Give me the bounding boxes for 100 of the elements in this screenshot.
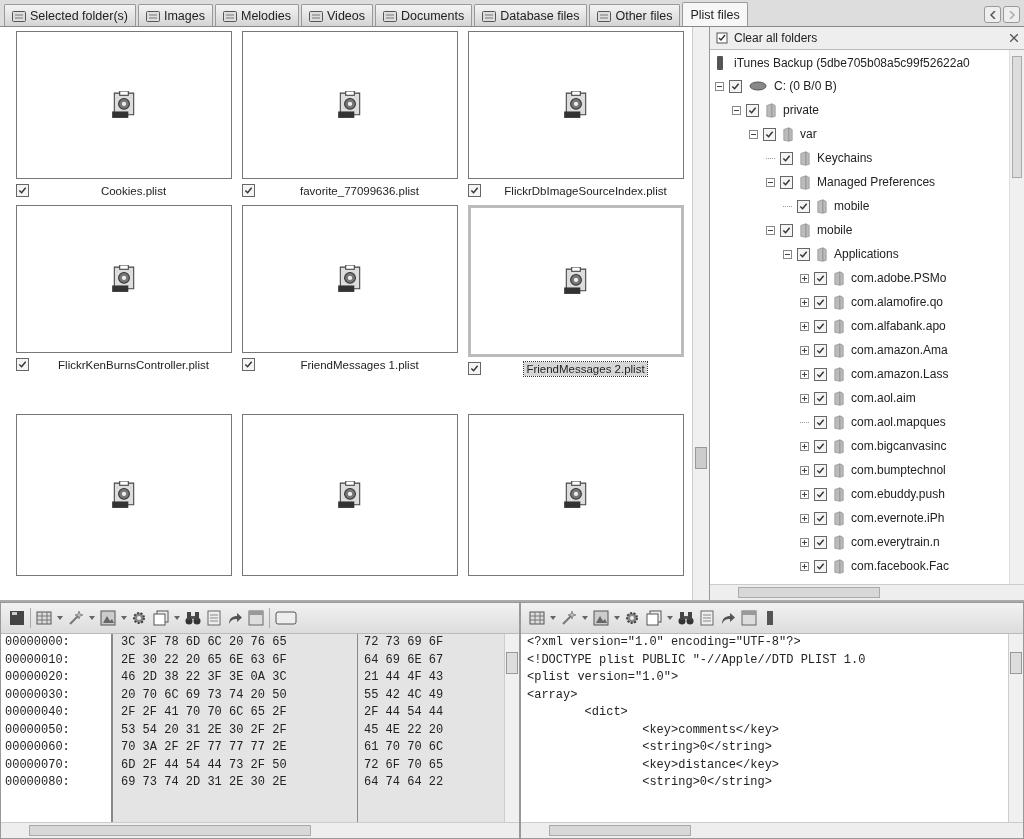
checkbox[interactable] (814, 559, 827, 573)
expand-icon[interactable] (799, 513, 810, 523)
expand-icon[interactable] (799, 441, 810, 451)
checkbox[interactable] (16, 184, 29, 197)
wand-icon[interactable] (561, 610, 577, 626)
tab[interactable]: Melodies (214, 4, 299, 26)
tree-item[interactable]: Keychains (817, 151, 873, 165)
tree-item[interactable]: com.alamofire.qo (851, 295, 944, 309)
expand-icon[interactable] (799, 345, 810, 355)
tree-item[interactable]: private (783, 103, 820, 117)
tree-item[interactable]: Managed Preferences (817, 175, 936, 189)
checkbox[interactable] (814, 319, 827, 333)
checkbox[interactable] (729, 79, 742, 93)
image-icon[interactable] (100, 610, 116, 626)
tab[interactable]: Documents (375, 4, 473, 26)
checkbox[interactable] (814, 439, 827, 453)
file-thumbnail[interactable] (242, 31, 458, 179)
file-thumbnail[interactable] (16, 205, 232, 353)
collapse-icon[interactable] (765, 177, 776, 187)
collapse-icon[interactable] (765, 225, 776, 235)
collapse-icon[interactable] (714, 81, 725, 91)
tab[interactable]: Images (137, 4, 213, 26)
scrollbar[interactable] (710, 584, 1024, 600)
tree-item[interactable]: com.everytrain.n (851, 535, 940, 549)
file-thumbnail[interactable] (468, 414, 684, 576)
caret-icon[interactable] (174, 616, 180, 620)
scrollbar[interactable] (1, 822, 519, 838)
tab[interactable]: Selected folder(s) (4, 4, 136, 26)
caret-icon[interactable] (121, 616, 127, 620)
grid-icon[interactable] (529, 610, 545, 626)
checkbox[interactable] (814, 343, 827, 357)
tree-item[interactable]: com.adobe.PSMo (851, 271, 947, 285)
checkbox[interactable] (814, 463, 827, 477)
checkbox[interactable] (797, 247, 810, 261)
tree-item[interactable]: com.aol.aim (851, 391, 916, 405)
expand-icon[interactable] (799, 297, 810, 307)
gear-icon[interactable] (132, 610, 148, 626)
scrollbar[interactable] (504, 634, 519, 822)
tree-item[interactable]: com.evernote.iPh (851, 511, 945, 525)
expand-icon[interactable] (799, 489, 810, 499)
caret-icon[interactable] (667, 616, 673, 620)
tree-item[interactable]: com.amazon.Ama (851, 343, 948, 357)
tree-item[interactable]: C: (0 B/0 B) (774, 79, 837, 93)
file-thumbnail[interactable] (16, 414, 232, 576)
clear-all-folders-button[interactable]: Clear all folders (734, 31, 818, 45)
caret-icon[interactable] (614, 616, 620, 620)
expand-icon[interactable] (799, 393, 810, 403)
copy-icon[interactable] (153, 610, 169, 626)
collapse-icon[interactable] (748, 129, 759, 139)
tree-item[interactable]: com.aol.mapques (851, 415, 946, 429)
tree-item[interactable]: com.alfabank.apo (851, 319, 946, 333)
copy-icon[interactable] (646, 610, 662, 626)
tree-item[interactable]: var (800, 127, 817, 141)
file-thumbnail[interactable] (242, 414, 458, 576)
binoculars-icon[interactable] (185, 610, 201, 626)
checkbox[interactable] (468, 362, 481, 375)
checkbox[interactable] (814, 415, 827, 429)
tree-item[interactable]: com.bumptechnol (851, 463, 946, 477)
checkbox[interactable] (242, 358, 255, 371)
grid-icon[interactable] (36, 610, 52, 626)
file-thumbnail[interactable] (242, 205, 458, 353)
checkbox[interactable] (468, 184, 481, 197)
tree-item[interactable]: com.ebuddy.push (851, 487, 945, 501)
arrow-icon[interactable] (227, 610, 243, 626)
tree-item[interactable]: com.facebook.Fac (851, 559, 950, 573)
checkbox[interactable] (814, 271, 827, 285)
checkbox[interactable] (242, 184, 255, 197)
wand-icon[interactable] (68, 610, 84, 626)
file-thumbnail[interactable] (468, 31, 684, 179)
file-thumbnail[interactable] (16, 31, 232, 179)
checkbox[interactable] (746, 103, 759, 117)
scrollbar[interactable] (521, 822, 1023, 838)
checkbox[interactable] (780, 175, 793, 189)
caret-icon[interactable] (550, 616, 556, 620)
tree-item[interactable]: mobile (834, 199, 870, 213)
close-button[interactable] (1010, 34, 1018, 42)
expand-icon[interactable] (799, 561, 810, 571)
checkbox[interactable] (780, 223, 793, 237)
image-icon[interactable] (593, 610, 609, 626)
tab[interactable]: Plist files (682, 2, 748, 26)
save-icon[interactable] (9, 610, 25, 626)
expand-icon[interactable] (799, 537, 810, 547)
checkbox[interactable] (814, 295, 827, 309)
caret-icon[interactable] (57, 616, 63, 620)
expand-icon[interactable] (799, 321, 810, 331)
scrollbar[interactable] (1009, 50, 1024, 584)
tree-item[interactable]: iTunes Backup (5dbe705b08a5c99f52622a0 (734, 56, 970, 70)
tab[interactable]: Other files (589, 4, 681, 26)
caret-icon[interactable] (89, 616, 95, 620)
expand-icon[interactable] (799, 273, 810, 283)
tree-item[interactable]: mobile (817, 223, 853, 237)
caret-icon[interactable] (582, 616, 588, 620)
scrollbar[interactable] (1008, 634, 1023, 822)
checkbox[interactable] (763, 127, 776, 141)
scroll-left-button[interactable] (984, 6, 1001, 23)
checkbox[interactable] (814, 367, 827, 381)
arrow-icon[interactable] (720, 610, 736, 626)
expand-icon[interactable] (799, 465, 810, 475)
file-thumbnail[interactable] (468, 205, 684, 357)
tree-item[interactable]: com.amazon.Lass (851, 367, 949, 381)
